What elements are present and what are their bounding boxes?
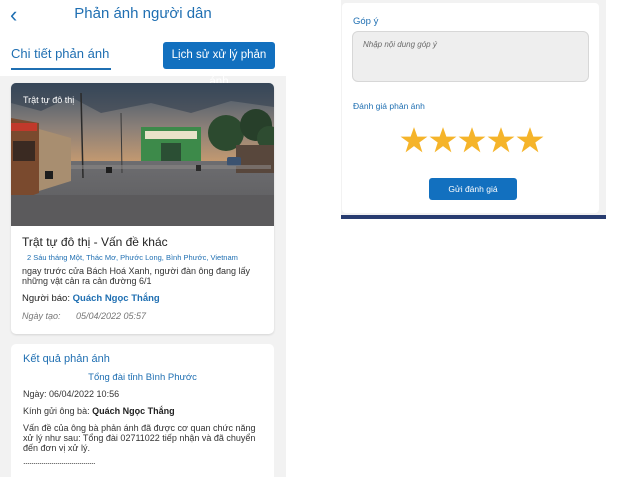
feedback-panel: Góp ý Đánh giá phản ánh Gửi đánh giá xyxy=(341,0,606,219)
created-date-value: 05/04/2022 05:57 xyxy=(76,311,147,321)
report-photo[interactable]: Trật tự đô thị xyxy=(11,83,274,226)
report-detail-screen: ‹ Phản ánh người dân Chi tiết phản ánh L… xyxy=(0,0,286,477)
result-title: Kết quả phản ánh xyxy=(23,353,110,365)
result-greeting: Kính gửi ông bà: Quách Ngọc Thắng xyxy=(23,406,175,416)
feedback-input[interactable] xyxy=(352,31,589,82)
result-ellipsis: .................................... xyxy=(23,456,96,466)
feedback-label: Góp ý xyxy=(353,16,379,27)
star-icon[interactable] xyxy=(400,126,428,154)
panel-bottom-divider xyxy=(341,215,606,219)
app-header: ‹ Phản ánh người dân xyxy=(0,0,286,34)
report-title: Trật tự đô thị - Vấn đề khác xyxy=(22,235,168,249)
tab-bar: Chi tiết phản ánh Lịch sử xử lý phản ánh xyxy=(0,34,286,88)
result-body: Vấn đề của ông bà phản ánh đã được cơ qu… xyxy=(23,423,256,453)
processing-history-button[interactable]: Lịch sử xử lý phản ánh xyxy=(163,42,275,88)
created-date-label: Ngày tạo: xyxy=(22,311,61,321)
result-date: Ngày: 06/04/2022 10:56 xyxy=(23,389,120,399)
page-title: Phản ánh người dân xyxy=(74,5,212,22)
tab-report-detail[interactable]: Chi tiết phản ánh xyxy=(11,46,109,61)
reporter-name: Quách Ngọc Thắng xyxy=(72,293,160,304)
report-address[interactable]: 2 Sáu tháng Một, Thác Mơ, Phước Long, Bì… xyxy=(27,253,238,262)
reporter-label: Người báo: xyxy=(22,293,70,304)
reporter-line: Người báo: Quách Ngọc Thắng xyxy=(22,293,160,304)
feedback-card: Góp ý Đánh giá phản ánh Gửi đánh giá xyxy=(342,3,599,213)
report-card: Trật tự đô thị Trật tự đô thị - Vấn đề k… xyxy=(11,83,274,334)
star-icon[interactable] xyxy=(487,126,515,154)
result-card: Kết quả phản ánh Tổng đài tỉnh Bình Phướ… xyxy=(11,344,274,477)
star-icon[interactable] xyxy=(516,126,544,154)
star-icon[interactable] xyxy=(429,126,457,154)
star-rating[interactable] xyxy=(400,126,544,158)
rating-label: Đánh giá phản ánh xyxy=(353,101,425,111)
star-icon[interactable] xyxy=(458,126,486,154)
greeting-prefix: Kính gửi ông bà: xyxy=(23,406,90,416)
result-organization: Tổng đài tỉnh Bình Phước xyxy=(88,372,197,383)
tab-active-indicator xyxy=(11,68,111,70)
greeting-name: Quách Ngọc Thắng xyxy=(92,406,175,416)
photo-category-tag: Trật tự đô thị xyxy=(23,95,75,105)
report-description: ngay trước cửa Bách Hoá Xanh, người đàn … xyxy=(22,266,251,286)
submit-rating-button[interactable]: Gửi đánh giá xyxy=(429,178,517,200)
